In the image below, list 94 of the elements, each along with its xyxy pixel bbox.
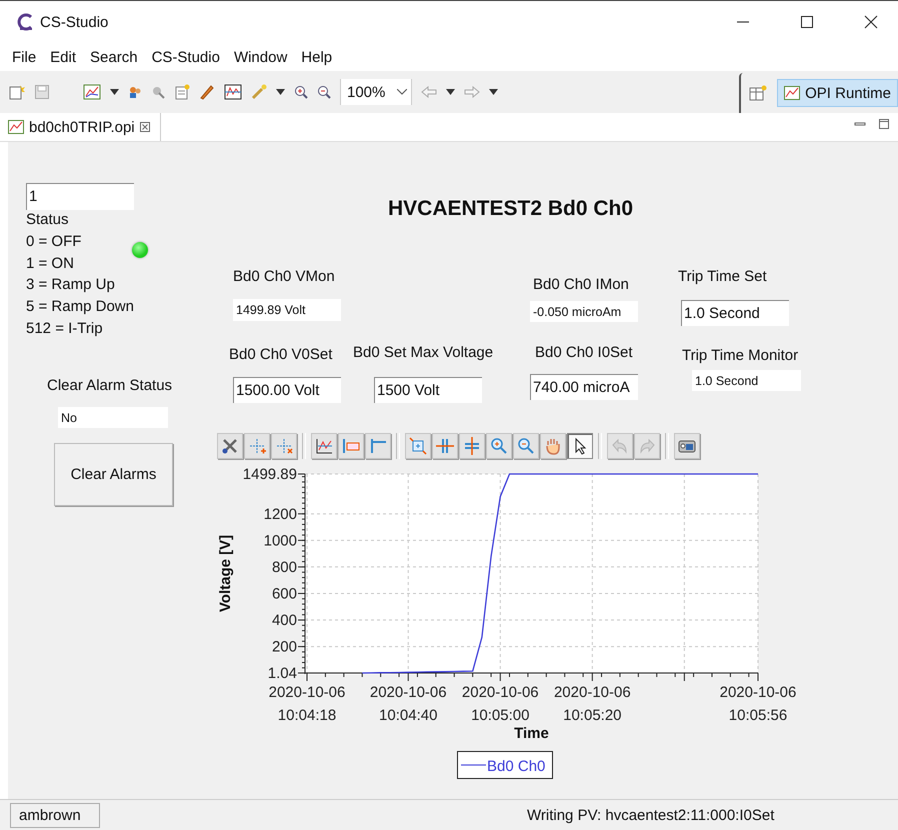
status-legend-text: 512 = I-Trip: [26, 320, 103, 337]
legend-label: Bd0 Ch0: [487, 758, 546, 775]
field-label: Bd0 Ch0 IMon: [533, 276, 629, 293]
zoom-out-icon[interactable]: [317, 85, 331, 99]
clear-alarms-button[interactable]: Clear Alarms: [54, 443, 173, 506]
field-label: Trip Time Monitor: [682, 347, 798, 364]
chart-icon: [784, 86, 800, 100]
axis-icon: [368, 436, 388, 456]
y-tick-label: 600: [272, 585, 297, 602]
readout-field: 1499.89 Volt: [233, 299, 341, 321]
window-title: CS-Studio: [40, 14, 108, 30]
chart-icon[interactable]: [83, 84, 101, 100]
new-display-icon[interactable]: [174, 84, 190, 100]
maximize-icon[interactable]: [800, 15, 814, 29]
legend-entry: Bd0 Ch0: [460, 758, 546, 775]
dropdown-caret-icon[interactable]: [446, 89, 456, 95]
y-tick-label: 1200: [264, 506, 297, 523]
chart-icon: [8, 120, 24, 134]
y-axis-title: Voltage [V]: [217, 534, 234, 612]
menu-item[interactable]: Search: [90, 48, 138, 66]
annotation-icon: [341, 436, 361, 456]
plot-icon[interactable]: [224, 84, 242, 100]
zoom-in-icon: [489, 436, 509, 456]
field-label: Trip Time Set: [678, 268, 767, 285]
y-tick-label: 1.04: [268, 665, 297, 682]
dropdown-caret-icon[interactable]: [110, 89, 119, 95]
readout-field: -0.050 microAm: [530, 301, 638, 322]
axis-button[interactable]: [365, 433, 391, 459]
pointer-button[interactable]: [567, 433, 593, 459]
status-field[interactable]: 1: [26, 183, 134, 210]
zoom-area-icon: [408, 436, 428, 456]
x-tick-label: 2020-10-06 10:04:40: [370, 684, 447, 724]
open-perspective-icon[interactable]: [749, 85, 768, 101]
horizontal-zoom-icon: [435, 436, 455, 456]
zoom-out-button[interactable]: [513, 433, 539, 459]
input-field[interactable]: 740.00 microA: [530, 374, 638, 400]
dropdown-caret-icon[interactable]: [276, 89, 285, 95]
vertical-zoom-button[interactable]: [459, 433, 485, 459]
add-cursor-icon: [247, 436, 267, 456]
people-icon[interactable]: [128, 85, 142, 99]
menu-item[interactable]: File: [12, 48, 36, 66]
y-tick-label: 1499.89: [242, 466, 297, 483]
y-tick-label: 1000: [264, 532, 297, 550]
dropdown-chevron-icon[interactable]: [397, 89, 408, 95]
readout-field: 1.0 Second: [692, 370, 801, 391]
status-legend-text: 0 = OFF: [26, 232, 82, 250]
y-tick-label: 400: [272, 612, 297, 630]
status-legend-text: 3 = Ramp Up: [26, 276, 115, 294]
x-tick-label: 2020-10-06 10:05:56: [720, 684, 796, 724]
zoom-area-button[interactable]: [405, 433, 431, 459]
x-tick-label: 2020-10-06 10:05:20: [554, 684, 631, 724]
pencil-icon[interactable]: [199, 84, 215, 100]
readout-field: No: [58, 407, 168, 428]
status-legend-text: Status: [26, 211, 69, 228]
horizontal-zoom-button[interactable]: [432, 433, 458, 459]
menu-item[interactable]: CS-Studio: [152, 48, 220, 66]
camera-button[interactable]: [674, 433, 700, 459]
app-logo-icon: [17, 13, 35, 31]
field-label: Bd0 Ch0 I0Set: [535, 344, 633, 361]
input-field[interactable]: 1500.00 Volt: [233, 377, 341, 403]
status-legend-text: 1 = ON: [26, 254, 74, 272]
input-field[interactable]: 1500 Volt: [374, 377, 482, 403]
status-message: Writing PV: hvcaentest2:11:000:I0Set: [527, 806, 774, 824]
x-tick-label: 2020-10-06 10:04:18: [268, 684, 346, 724]
menu-item[interactable]: Help: [301, 48, 332, 66]
display-title: HVCAENTEST2 Bd0 Ch0: [388, 197, 634, 221]
y-tick-label: 200: [272, 638, 297, 656]
x-tick-label: 2020-10-06 10:05:00: [462, 684, 539, 724]
menu-item[interactable]: Window: [234, 48, 288, 66]
field-label: Bd0 Ch0 VMon: [233, 268, 335, 285]
input-field[interactable]: 1.0 Second: [681, 300, 789, 326]
user-name: ambrown: [10, 802, 100, 828]
field-label: Bd0 Ch0 V0Set: [229, 346, 332, 363]
perspective-button[interactable]: OPI Runtime: [777, 79, 898, 107]
zoom-out-icon: [516, 436, 536, 456]
menu-item[interactable]: Edit: [50, 48, 76, 66]
zoom-in-icon[interactable]: [294, 85, 308, 99]
remove-cursor-button[interactable]: [271, 433, 297, 459]
new-file-icon[interactable]: [9, 84, 25, 100]
field-label: Bd0 Set Max Voltage: [353, 344, 494, 361]
y-tick-label: 800: [272, 558, 297, 576]
save-icon[interactable]: [34, 84, 50, 100]
axis-chart-button[interactable]: [311, 433, 337, 459]
vertical-zoom-icon: [462, 436, 482, 456]
add-cursor-button[interactable]: [244, 433, 270, 459]
zoom-in-button[interactable]: [486, 433, 512, 459]
field-label: Clear Alarm Status: [47, 377, 172, 394]
x-axis-title: Time: [514, 725, 549, 742]
status-legend-text: 5 = Ramp Down: [26, 298, 134, 316]
zoom-combo[interactable]: 100%: [340, 79, 412, 105]
close-icon[interactable]: [864, 15, 878, 29]
remove-cursor-icon: [274, 436, 294, 456]
axis-chart-icon: [314, 436, 334, 456]
dropdown-caret-icon[interactable]: [489, 89, 498, 95]
